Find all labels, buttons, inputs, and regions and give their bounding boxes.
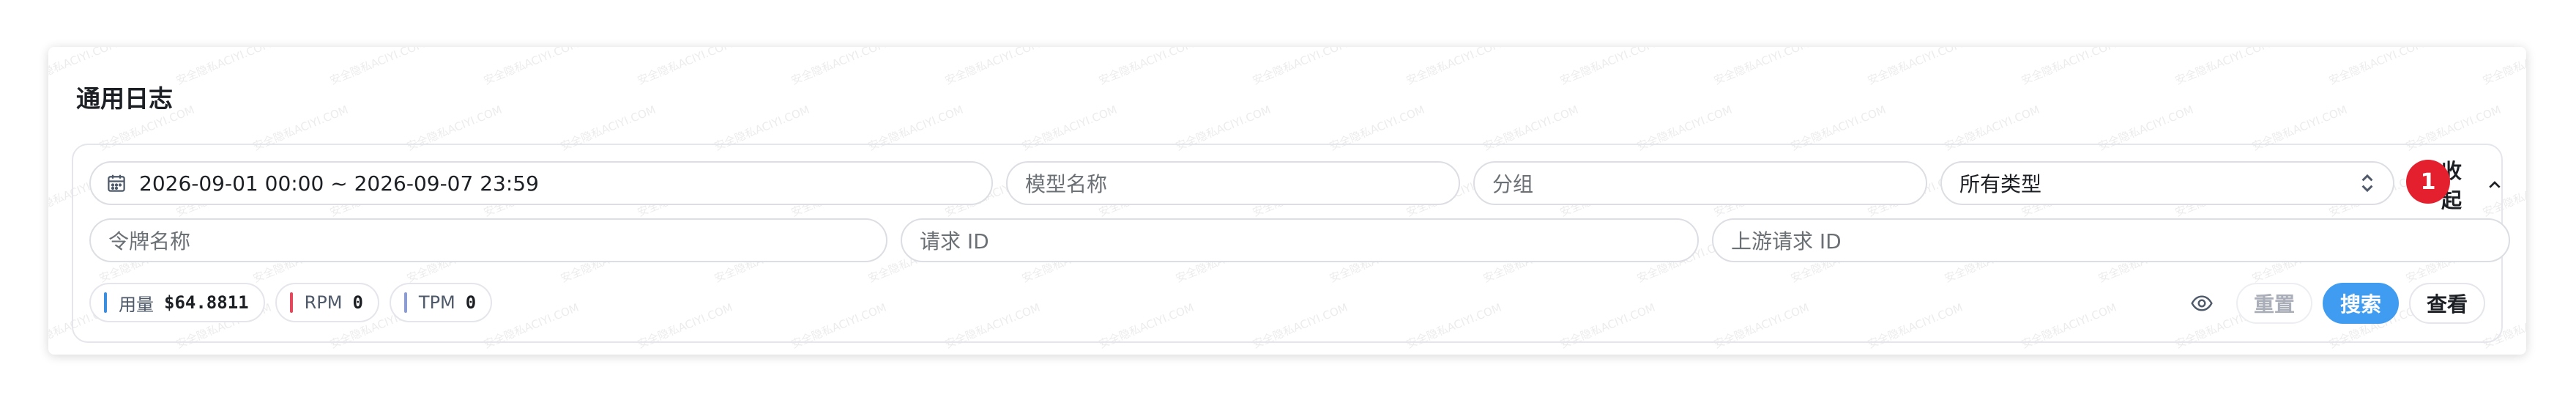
- watermark-text: 安全隐私ACIYI.COM: [174, 47, 274, 88]
- token-name-input[interactable]: 令牌名称: [89, 218, 887, 262]
- date-range-picker[interactable]: 2026-09-01 00:00 ~ 2026-09-07 23:59: [89, 161, 993, 205]
- watermark-text: 安全隐私ACIYI.COM: [481, 47, 581, 88]
- upstream-request-id-input[interactable]: 上游请求 ID: [1712, 218, 2510, 262]
- filter-panel: 2026-09-01 00:00 ~ 2026-09-07 23:59 模型名称…: [72, 144, 2510, 343]
- upstream-request-id-placeholder: 上游请求 ID: [1731, 229, 1842, 253]
- usage-color-bar: [104, 292, 107, 313]
- stats-row: 用量 $64.8811 RPM 0 TPM 0: [89, 283, 493, 322]
- group-placeholder: 分组: [1492, 172, 1534, 196]
- eye-icon[interactable]: [2182, 284, 2222, 323]
- group-input[interactable]: 分组: [1473, 161, 1927, 205]
- rpm-label: RPM: [304, 292, 343, 313]
- watermark-text: 安全隐私ACIYI.COM: [1557, 47, 1658, 88]
- watermark-text: 安全隐私ACIYI.COM: [327, 47, 428, 88]
- watermark-text: 安全隐私ACIYI.COM: [635, 47, 735, 88]
- usage-stat: 用量 $64.8811: [89, 283, 265, 322]
- usage-log-card: 安全隐私ACIYI.COM 安全隐私ACIYI.COM 安全隐私ACIYI.COM 安…: [48, 47, 2526, 355]
- watermark-text: 安全隐私ACIYI.COM: [2480, 47, 2526, 88]
- log-type-select[interactable]: 所有类型: [1940, 161, 2394, 205]
- view-button[interactable]: 查看: [2408, 283, 2485, 324]
- watermark-text: 安全隐私ACIYI.COM: [1711, 47, 1812, 88]
- sort-chevrons-icon: [2361, 174, 2373, 193]
- card-title: 通用日志: [76, 84, 173, 113]
- tpm-value: 0: [465, 292, 477, 313]
- watermark-text: 安全隐私ACIYI.COM: [942, 47, 1043, 88]
- action-buttons: 重置 搜索 查看: [2182, 283, 2485, 324]
- model-name-input[interactable]: 模型名称: [1006, 161, 1460, 205]
- tpm-color-bar: [403, 292, 407, 313]
- model-name-placeholder: 模型名称: [1025, 172, 1108, 196]
- watermark-text: 安全隐私ACIYI.COM: [789, 47, 889, 88]
- watermark-text: 安全隐私ACIYI.COM: [1865, 47, 1965, 88]
- rpm-value: 0: [352, 292, 363, 313]
- usage-value: $64.8811: [164, 292, 249, 313]
- rpm-stat: RPM 0: [275, 283, 379, 322]
- watermark-text: 安全隐私ACIYI.COM: [2326, 47, 2427, 88]
- calendar-icon: [108, 174, 125, 192]
- usage-label: 用量: [119, 294, 154, 315]
- collapse-toggle[interactable]: 收起: [2441, 159, 2501, 212]
- request-id-input[interactable]: 请求 ID: [901, 218, 1699, 262]
- tpm-stat: TPM 0: [389, 283, 493, 322]
- chevron-up-icon: [2489, 181, 2501, 188]
- rpm-color-bar: [289, 292, 293, 313]
- token-name-placeholder: 令牌名称: [108, 229, 191, 253]
- search-button[interactable]: 搜索: [2322, 283, 2399, 324]
- tpm-label: TPM: [418, 292, 455, 313]
- watermark-text: 安全隐私ACIYI.COM: [1096, 47, 1196, 88]
- log-type-value: 所有类型: [1959, 172, 2042, 196]
- watermark-text: 安全隐私ACIYI.COM: [1250, 47, 1350, 88]
- watermark-text: 安全隐私ACIYI.COM: [2019, 47, 2119, 88]
- date-range-value: 2026-09-01 00:00 ~ 2026-09-07 23:59: [139, 171, 539, 196]
- watermark-text: 安全隐私ACIYI.COM: [2173, 47, 2273, 88]
- request-id-placeholder: 请求 ID: [920, 229, 989, 253]
- watermark-text: 安全隐私ACIYI.COM: [1404, 47, 1504, 88]
- reset-button[interactable]: 重置: [2236, 283, 2312, 324]
- notification-badge[interactable]: 1: [2406, 160, 2450, 204]
